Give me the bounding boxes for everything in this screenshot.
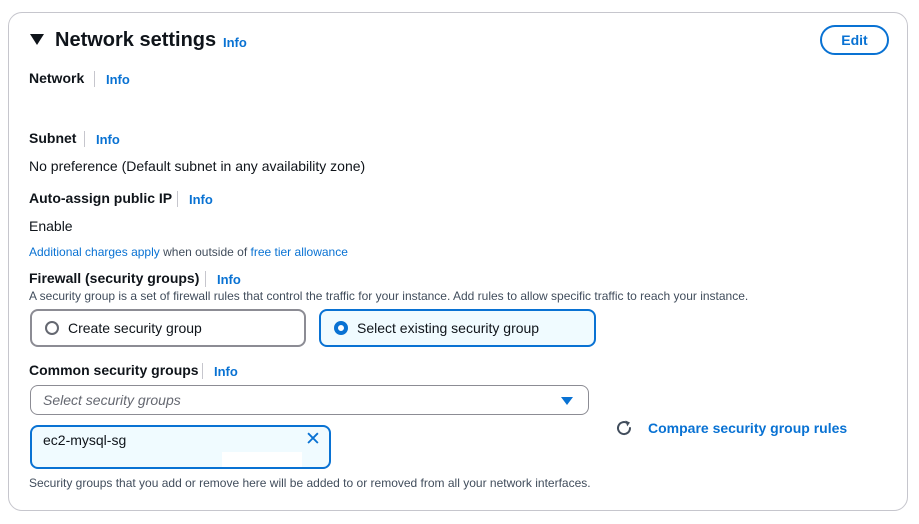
radio-selected-icon[interactable]: [334, 321, 348, 335]
charges-note: Additional charges apply when outside of…: [29, 245, 348, 259]
close-icon[interactable]: ✕: [305, 430, 321, 450]
compare-security-group-rules-link[interactable]: Compare security group rules: [648, 420, 847, 436]
network-info-link[interactable]: Info: [106, 72, 130, 87]
refresh-icon[interactable]: [614, 418, 634, 438]
select-placeholder: Select security groups: [43, 392, 181, 408]
common-security-groups-label: Common security groups: [29, 362, 199, 378]
divider: [205, 271, 206, 287]
security-groups-footer-note: Security groups that you add or remove h…: [29, 476, 591, 490]
subnet-value: No preference (Default subnet in any ava…: [29, 158, 366, 174]
public-ip-info-link[interactable]: Info: [189, 192, 213, 207]
select-existing-security-group-label: Select existing security group: [357, 320, 540, 336]
charges-note-text: when outside of: [159, 245, 251, 259]
token-label: ec2-mysql-sg: [43, 432, 127, 448]
create-security-group-label: Create security group: [68, 320, 202, 336]
divider: [202, 363, 203, 379]
divider: [84, 131, 85, 147]
subnet-info-link[interactable]: Info: [96, 132, 120, 147]
network-label: Network: [29, 70, 85, 86]
firewall-label: Firewall (security groups): [29, 270, 200, 286]
firewall-description: A security group is a set of firewall ru…: [29, 289, 749, 303]
security-groups-select[interactable]: Select security groups: [30, 385, 589, 415]
public-ip-label: Auto-assign public IP: [29, 190, 173, 206]
select-existing-security-group-option[interactable]: Select existing security group: [319, 309, 596, 347]
subnet-label: Subnet: [29, 130, 77, 146]
section-info-link[interactable]: Info: [223, 35, 247, 50]
additional-charges-link[interactable]: Additional charges apply: [29, 245, 160, 259]
caret-down-icon[interactable]: [30, 34, 44, 45]
divider: [177, 191, 178, 207]
section-title: Network settings: [55, 29, 217, 51]
free-tier-link[interactable]: free tier allowance: [251, 245, 348, 259]
dropdown-arrow-icon[interactable]: [561, 397, 573, 405]
public-ip-value: Enable: [29, 218, 73, 234]
token-blank-area: [222, 452, 302, 467]
security-group-token: ec2-mysql-sg ✕: [30, 425, 331, 469]
radio-unselected-icon[interactable]: [45, 321, 59, 335]
create-security-group-option[interactable]: Create security group: [30, 309, 306, 347]
firewall-info-link[interactable]: Info: [217, 272, 241, 287]
divider: [94, 71, 95, 87]
common-security-groups-info-link[interactable]: Info: [214, 364, 238, 379]
edit-button[interactable]: Edit: [820, 25, 889, 55]
